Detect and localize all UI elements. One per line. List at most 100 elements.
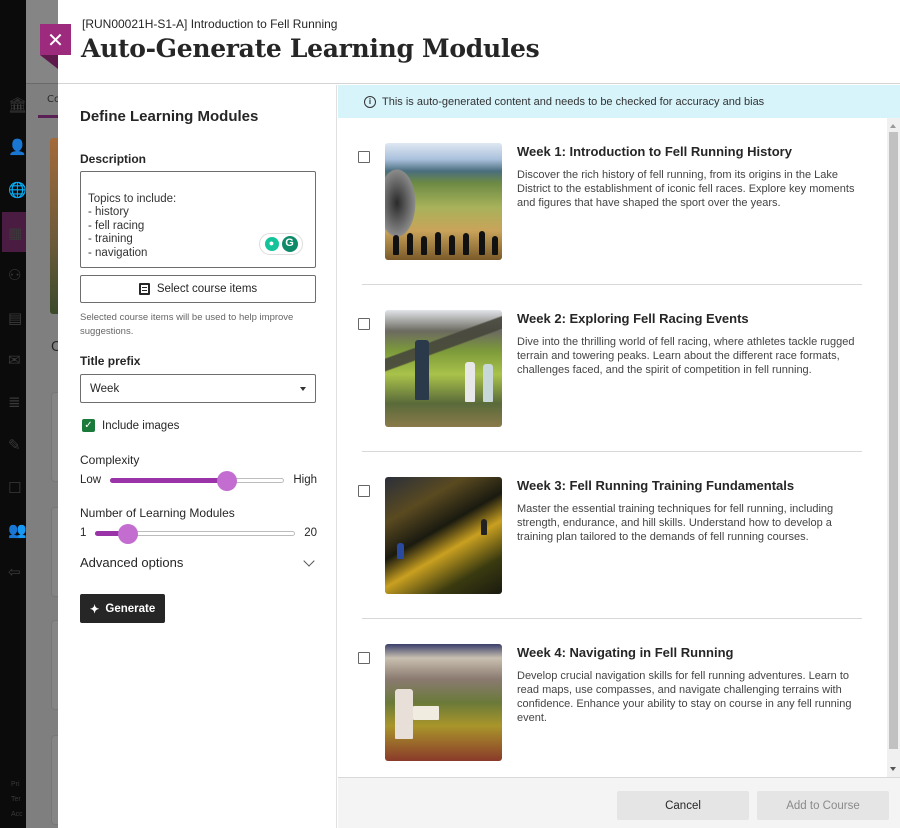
define-modules-form: Define Learning Modules Description Topi… <box>58 85 337 828</box>
scrollbar-thumb[interactable] <box>889 132 898 749</box>
chevron-down-icon <box>303 554 315 567</box>
background-course-page: Co C <box>26 0 60 828</box>
module-item: Week 3: Fell Running Training Fundamenta… <box>338 452 884 619</box>
module-item: Week 4: Navigating in Fell Running Devel… <box>338 619 884 777</box>
advanced-options-label: Advanced options <box>80 555 184 570</box>
modules-list: Week 1: Introduction to Fell Running His… <box>338 118 900 777</box>
document-icon <box>138 283 150 295</box>
modules-min-label: 1 <box>80 527 87 539</box>
title-prefix-value: Week <box>90 382 120 395</box>
complexity-slider[interactable] <box>110 470 285 491</box>
admin-icon: 👥 <box>8 521 27 539</box>
module-description: Discover the rich history of fell runnin… <box>517 169 855 209</box>
checkmark-icon: ✓ <box>84 420 93 431</box>
footer-link-privacy: Pri <box>11 781 20 788</box>
background-course-image <box>50 138 58 314</box>
messages-icon: ✉ <box>8 351 21 369</box>
module-checkbox[interactable] <box>358 485 370 497</box>
tools-icon: ✎ <box>8 436 21 454</box>
footer-link-accessibility: Acc <box>11 811 23 818</box>
add-to-course-button[interactable]: Add to Course <box>757 791 889 820</box>
select-course-items-button[interactable]: Select course items <box>80 275 316 303</box>
form-title: Define Learning Modules <box>80 108 259 125</box>
scroll-up-arrow-icon[interactable] <box>890 124 896 128</box>
sparkle-icon: ✦ <box>89 603 100 616</box>
complexity-slider-thumb[interactable] <box>216 470 237 491</box>
complexity-min-label: Low <box>80 474 102 486</box>
breadcrumb: [RUN00021H-S1-A] Introduction to Fell Ru… <box>82 17 338 31</box>
background-card <box>51 392 58 482</box>
include-images-checkbox[interactable]: ✓ <box>82 419 95 432</box>
groups-icon: ⚇ <box>8 266 22 284</box>
modules-max-label: 20 <box>304 527 317 539</box>
module-title: Week 3: Fell Running Training Fundamenta… <box>517 478 795 493</box>
info-icon: i <box>364 95 376 108</box>
ai-notice-text: This is auto-generated content and needs… <box>382 95 765 108</box>
description-textarea[interactable]: Topics to include: - history - fell raci… <box>80 171 316 268</box>
background-card <box>51 620 58 710</box>
module-item: Week 1: Introduction to Fell Running His… <box>338 118 884 285</box>
description-label: Description <box>80 152 147 166</box>
module-title: Week 2: Exploring Fell Racing Events <box>517 311 749 326</box>
advanced-options-toggle[interactable]: Advanced options <box>80 554 317 570</box>
results-pane: i This is auto-generated content and nee… <box>338 85 900 828</box>
module-description: Master the essential training techniques… <box>517 503 834 543</box>
complexity-slider-fill <box>110 477 226 483</box>
scroll-down-arrow-icon[interactable] <box>890 767 896 771</box>
lightbulb-icon: ● <box>264 237 279 251</box>
module-item: Week 2: Exploring Fell Racing Events Div… <box>338 285 884 452</box>
module-image <box>385 477 502 594</box>
select-course-items-label: Select course items <box>156 283 258 295</box>
title-prefix-label: Title prefix <box>80 354 141 368</box>
generate-label: Generate <box>105 602 156 615</box>
complexity-max-label: High <box>293 474 317 486</box>
grammarly-widget[interactable]: ● G <box>259 233 303 255</box>
module-image <box>385 143 502 260</box>
module-description: Dive into the thrilling world of fell ra… <box>517 336 855 376</box>
auto-generate-panel: [RUN00021H-S1-A] Introduction to Fell Ru… <box>58 0 900 828</box>
grammarly-icon: G <box>281 236 298 252</box>
module-title: Week 1: Introduction to Fell Running His… <box>517 144 792 159</box>
modules-slider-row: 1 20 <box>80 523 317 544</box>
module-image <box>385 644 502 761</box>
module-checkbox[interactable] <box>358 652 370 664</box>
sign-out-icon: ⇦ <box>8 563 21 581</box>
complexity-label: Complexity <box>80 453 140 467</box>
courses-icon: ▦ <box>8 224 23 242</box>
generate-button[interactable]: ✦ Generate <box>80 594 165 623</box>
panel-footer: Cancel Add to Course <box>338 777 900 828</box>
edit-icon: ☐ <box>8 479 22 497</box>
institution-icon: 🏛 <box>8 96 28 114</box>
close-icon: ✕ <box>47 27 64 52</box>
module-image <box>385 310 502 427</box>
footer-link-terms: Ter <box>11 796 21 803</box>
panel-header: [RUN00021H-S1-A] Introduction to Fell Ru… <box>58 0 900 84</box>
modules-count-label: Number of Learning Modules <box>80 506 235 520</box>
globe-icon: 🌐 <box>8 181 27 199</box>
select-items-help-text: Selected course items will be used to he… <box>80 312 294 337</box>
description-text: Topics to include: - history - fell raci… <box>88 192 177 259</box>
title-prefix-select[interactable]: Week <box>80 374 316 403</box>
close-tab-fold <box>40 55 58 69</box>
background-card <box>51 735 58 825</box>
background-nav-rail: 🏛 👤 🌐 ▦ ⚇ ▤ ✉ ≣ ✎ ☐ 👥 ⇦ Pri Ter Acc <box>0 0 28 828</box>
close-panel-button[interactable]: ✕ <box>40 24 71 55</box>
ai-notice-banner: i This is auto-generated content and nee… <box>338 85 900 118</box>
modules-count-slider[interactable] <box>95 523 296 544</box>
cancel-button[interactable]: Cancel <box>617 791 749 820</box>
profile-icon: 👤 <box>8 138 27 156</box>
modules-scrollbar[interactable] <box>887 118 900 777</box>
modules-slider-thumb[interactable] <box>117 523 138 544</box>
module-checkbox[interactable] <box>358 318 370 330</box>
module-checkbox[interactable] <box>358 151 370 163</box>
module-title: Week 4: Navigating in Fell Running <box>517 645 734 660</box>
include-images-row: ✓ Include images <box>82 419 179 432</box>
module-description: Develop crucial navigation skills for fe… <box>517 670 852 724</box>
page-title: Auto-Generate Learning Modules <box>81 34 540 63</box>
calendar-icon: ▤ <box>8 309 23 327</box>
include-images-label: Include images <box>102 419 180 432</box>
background-tab-underline <box>38 115 58 118</box>
complexity-slider-row: Low High <box>80 470 317 491</box>
caret-down-icon <box>300 386 306 391</box>
background-card <box>51 507 58 597</box>
